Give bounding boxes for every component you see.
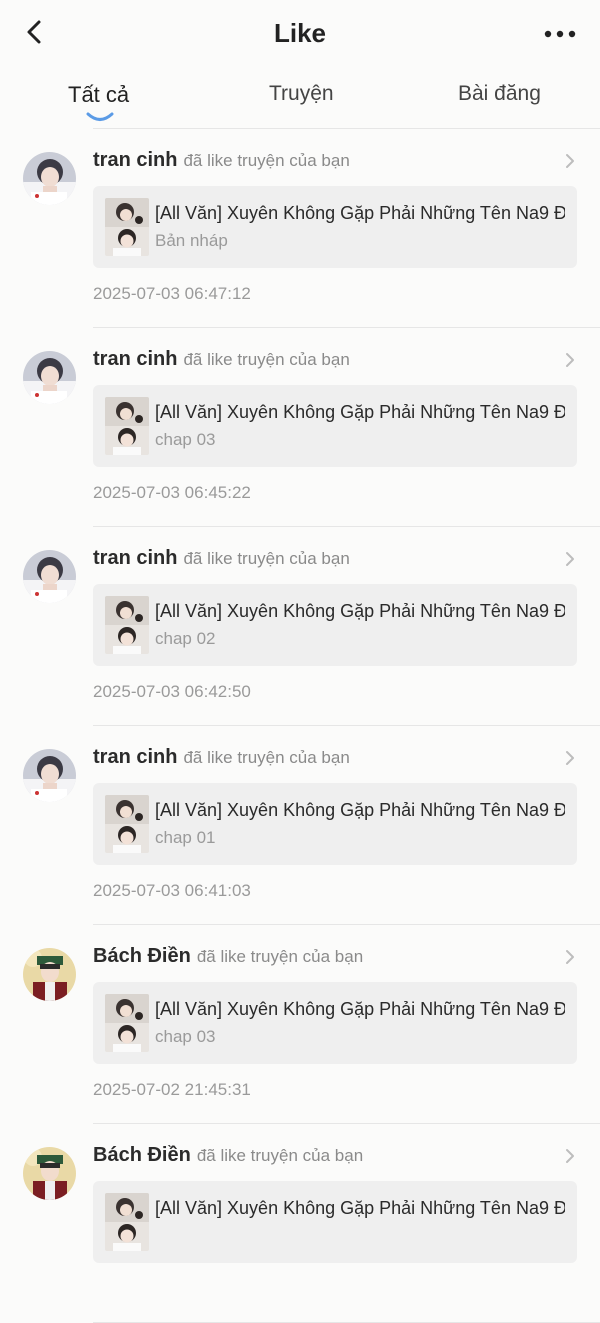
chevron-right-icon[interactable] — [564, 153, 576, 169]
action-text: đã like truyện của bạn — [183, 549, 350, 568]
action-text: đã like truyện của bạn — [183, 350, 350, 369]
story-card[interactable]: [All Văn] Xuyên Không Gặp Phải Những Tên… — [93, 1181, 577, 1263]
notification-text: tran cinh đã like truyện của bạn — [93, 547, 560, 570]
more-options-button[interactable] — [542, 20, 578, 48]
action-text: đã like truyện của bạn — [183, 748, 350, 767]
user-avatar-icon — [23, 948, 76, 1001]
user-name[interactable]: tran cinh — [93, 348, 177, 370]
chevron-right-icon[interactable] — [564, 551, 576, 567]
top-bar: Like — [0, 0, 600, 68]
timestamp: 2025-07-02 21:45:31 — [93, 1080, 251, 1099]
more-horizontal-icon — [544, 30, 576, 38]
story-chapter: Bản nháp — [155, 231, 228, 250]
story-card[interactable]: [All Văn] Xuyên Không Gặp Phải Những Tên… — [93, 186, 577, 268]
story-cover — [105, 198, 149, 256]
timestamp: 2025-07-03 06:41:03 — [93, 881, 251, 900]
story-title: [All Văn] Xuyên Không Gặp Phải Những Tên… — [155, 1198, 565, 1218]
notification-item[interactable]: tran cinh đã like truyện của bạn [All Văn… — [0, 328, 600, 527]
notification-item[interactable]: tran cinh đã like truyện của bạn [All Văn… — [0, 527, 600, 726]
user-name[interactable]: Bách Điền — [93, 945, 191, 967]
user-name[interactable]: tran cinh — [93, 746, 177, 768]
story-title: [All Văn] Xuyên Không Gặp Phải Những Tên… — [155, 999, 565, 1019]
notification-text: tran cinh đã like truyện của bạn — [93, 746, 560, 769]
notification-list: tran cinh đã like truyện của bạn [All Văn… — [0, 129, 600, 1323]
avatar[interactable] — [23, 749, 76, 802]
page-title: Like — [273, 18, 327, 48]
user-avatar-icon — [23, 152, 76, 205]
user-name[interactable]: tran cinh — [93, 547, 177, 569]
story-cover — [105, 397, 149, 455]
avatar[interactable] — [23, 550, 76, 603]
notification-item[interactable]: tran cinh đã like truyện của bạn [All Văn… — [0, 726, 600, 925]
tab-all[interactable]: Tất cả — [68, 82, 129, 108]
timestamp: 2025-07-03 06:42:50 — [93, 682, 251, 701]
user-avatar-icon — [23, 351, 76, 404]
active-tab-indicator — [86, 112, 114, 121]
story-chapter: chap 01 — [155, 828, 216, 847]
action-text: đã like truyện của bạn — [196, 947, 364, 966]
user-avatar-icon — [23, 550, 76, 603]
timestamp: 2025-07-03 06:47:12 — [93, 284, 251, 303]
story-card[interactable]: [All Văn] Xuyên Không Gặp Phải Những Tên… — [93, 584, 577, 666]
chevron-right-icon[interactable] — [564, 1148, 576, 1164]
story-card[interactable]: [All Văn] Xuyên Không Gặp Phải Những Tên… — [93, 385, 577, 467]
story-cover — [105, 795, 149, 853]
action-text: đã like truyện của bạn — [183, 151, 350, 170]
tab-posts[interactable]: Bài đăng — [458, 82, 541, 106]
avatar[interactable] — [23, 948, 76, 1001]
story-chapter: chap 03 — [155, 1027, 216, 1046]
story-title: [All Văn] Xuyên Không Gặp Phải Những Tên… — [155, 800, 565, 820]
story-title: [All Văn] Xuyên Không Gặp Phải Những Tên… — [155, 402, 565, 422]
tab-stories[interactable]: Truyện — [269, 82, 334, 106]
story-card[interactable]: [All Văn] Xuyên Không Gặp Phải Những Tên… — [93, 783, 577, 865]
notification-text: Bách Điền đã like truyện của bạn — [93, 1144, 560, 1167]
avatar[interactable] — [23, 152, 76, 205]
user-avatar-icon — [23, 1147, 76, 1200]
notification-item[interactable]: tran cinh đã like truyện của bạn [All Văn… — [0, 129, 600, 328]
story-card[interactable]: [All Văn] Xuyên Không Gặp Phải Những Tên… — [93, 982, 577, 1064]
notification-text: tran cinh đã like truyện của bạn — [93, 348, 560, 371]
notification-text: tran cinh đã like truyện của bạn — [93, 149, 560, 172]
avatar[interactable] — [23, 1147, 76, 1200]
story-chapter: chap 03 — [155, 430, 216, 449]
user-name[interactable]: tran cinh — [93, 149, 177, 171]
story-title: [All Văn] Xuyên Không Gặp Phải Những Tên… — [155, 203, 565, 223]
chevron-right-icon[interactable] — [564, 750, 576, 766]
notification-text: Bách Điền đã like truyện của bạn — [93, 945, 560, 968]
timestamp: 2025-07-03 06:45:22 — [93, 483, 251, 502]
user-name[interactable]: Bách Điền — [93, 1144, 191, 1166]
action-text: đã like truyện của bạn — [196, 1146, 364, 1165]
notification-item[interactable]: Bách Điền đã like truyện của bạn [All Văn… — [0, 925, 600, 1124]
avatar[interactable] — [23, 351, 76, 404]
story-cover — [105, 596, 149, 654]
story-cover — [105, 994, 149, 1052]
story-title: [All Văn] Xuyên Không Gặp Phải Những Tên… — [155, 601, 565, 621]
chevron-right-icon[interactable] — [564, 352, 576, 368]
user-avatar-icon — [23, 749, 76, 802]
chevron-right-icon[interactable] — [564, 949, 576, 965]
story-cover — [105, 1193, 149, 1251]
story-chapter: chap 02 — [155, 629, 216, 648]
